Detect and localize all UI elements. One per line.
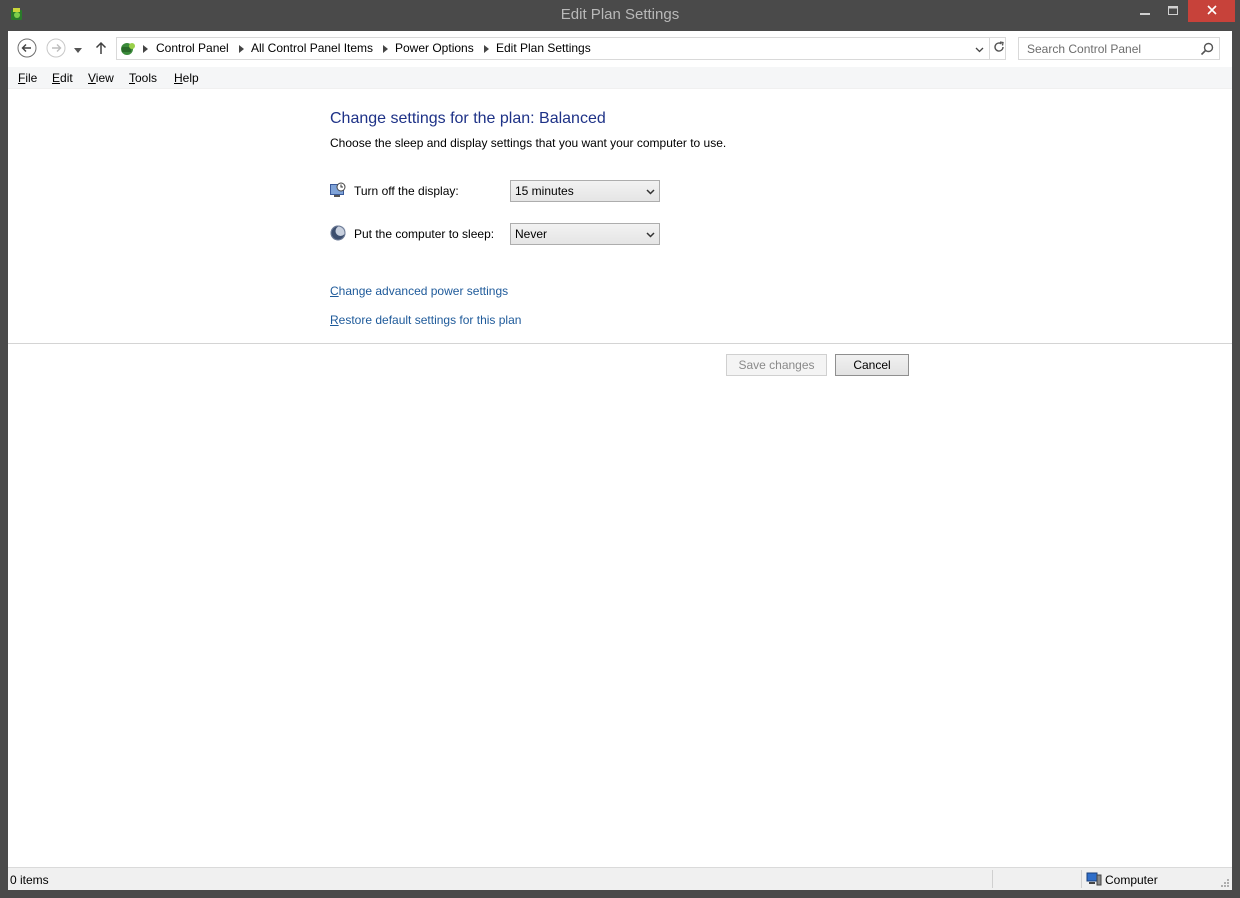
title-bar[interactable]: Edit Plan Settings: [0, 0, 1240, 31]
breadcrumb-edit-plan-settings[interactable]: Edit Plan Settings: [496, 41, 591, 55]
sleep-timeout-value: Never: [515, 227, 548, 241]
window: Edit Plan Settings Control Panel All Con…: [0, 0, 1240, 898]
display-timeout-label: Turn off the display:: [354, 184, 459, 198]
breadcrumb-all-items[interactable]: All Control Panel Items: [251, 41, 373, 55]
search-input[interactable]: [1019, 38, 1197, 59]
chevron-down-icon: [644, 229, 656, 241]
status-divider: [1081, 870, 1082, 888]
sleep-timeout-label: Put the computer to sleep:: [354, 227, 495, 241]
resize-grip-icon[interactable]: [1220, 877, 1230, 887]
forward-icon: [46, 38, 66, 61]
menu-edit-label: dit: [60, 71, 73, 85]
up-button[interactable]: [91, 38, 111, 60]
sleep-timeout-select[interactable]: Never: [510, 223, 660, 245]
refresh-icon: [993, 41, 1005, 56]
menu-file-label: ile: [25, 71, 38, 85]
advanced-link-accel: C: [330, 284, 339, 298]
forward-button[interactable]: [45, 38, 67, 60]
control-panel-icon: [119, 40, 137, 58]
main-content: Change settings for the plan: Balanced C…: [8, 89, 1232, 867]
navigation-bar: Control Panel All Control Panel Items Po…: [8, 31, 1232, 67]
menu-help-label: elp: [182, 71, 199, 85]
back-icon: [17, 38, 37, 61]
maximize-icon: [1167, 4, 1178, 18]
menu-view-accel: V: [88, 71, 96, 85]
refresh-button[interactable]: [989, 38, 1007, 59]
restore-link-accel: R: [330, 313, 339, 327]
breadcrumb-control-panel[interactable]: Control Panel: [156, 41, 229, 55]
moon-icon: [330, 225, 346, 241]
advanced-link-text: hange advanced power settings: [338, 284, 509, 298]
breadcrumb-separator-icon[interactable]: [239, 45, 244, 53]
status-bar: 0 items Computer: [8, 867, 1232, 890]
chevron-down-icon: [644, 186, 656, 198]
menu-edit-accel: E: [52, 71, 61, 85]
client-area: Control Panel All Control Panel Items Po…: [8, 31, 1232, 890]
back-button[interactable]: [16, 38, 38, 60]
search-box[interactable]: [1018, 37, 1220, 60]
cancel-button[interactable]: Cancel: [835, 354, 909, 376]
breadcrumb-power-options[interactable]: Power Options: [395, 41, 474, 55]
menu-edit[interactable]: Edit: [52, 71, 73, 85]
breadcrumb-separator-icon[interactable]: [383, 45, 388, 53]
item-count: 0 items: [10, 873, 49, 887]
maximize-button[interactable]: [1159, 0, 1186, 22]
breadcrumb-separator-icon[interactable]: [484, 45, 489, 53]
recent-locations-button[interactable]: [70, 38, 86, 60]
page-description: Choose the sleep and display settings th…: [330, 136, 727, 150]
address-bar[interactable]: Control Panel All Control Panel Items Po…: [116, 37, 1006, 60]
close-button[interactable]: [1188, 0, 1235, 22]
restore-link-text: estore default settings for this plan: [338, 313, 522, 327]
advanced-power-settings-link[interactable]: Change advanced power settings: [330, 284, 508, 298]
chevron-down-icon: [975, 42, 984, 56]
search-icon[interactable]: [1199, 41, 1215, 57]
menu-view-label: iew: [95, 71, 114, 85]
minimize-button[interactable]: [1132, 0, 1158, 22]
menu-help[interactable]: Help: [174, 71, 199, 85]
menu-file[interactable]: File: [18, 71, 37, 85]
status-divider: [992, 870, 993, 888]
display-timeout-select[interactable]: 15 minutes: [510, 180, 660, 202]
restore-defaults-link[interactable]: Restore default settings for this plan: [330, 313, 521, 327]
save-changes-button[interactable]: Save changes: [726, 354, 827, 376]
divider: [8, 343, 1232, 344]
breadcrumb-separator-icon: [143, 45, 148, 53]
address-history-button[interactable]: [971, 38, 987, 59]
window-title: Edit Plan Settings: [560, 6, 680, 23]
monitor-clock-icon: [330, 182, 346, 198]
location-zone: Computer: [1105, 873, 1158, 887]
recent-dropdown-icon: [74, 42, 82, 56]
menu-bar: File Edit View Tools Help: [8, 67, 1232, 89]
minimize-icon: [1140, 4, 1150, 18]
computer-icon: [1086, 872, 1102, 886]
menu-tools-label: ools: [135, 71, 158, 85]
close-icon: [1206, 4, 1217, 18]
up-icon: [95, 41, 107, 58]
page-title: Change settings for the plan: Balanced: [330, 110, 606, 127]
display-timeout-value: 15 minutes: [515, 184, 574, 198]
menu-tools[interactable]: Tools: [129, 71, 157, 85]
menu-help-accel: H: [174, 71, 183, 85]
menu-view[interactable]: View: [88, 71, 114, 85]
